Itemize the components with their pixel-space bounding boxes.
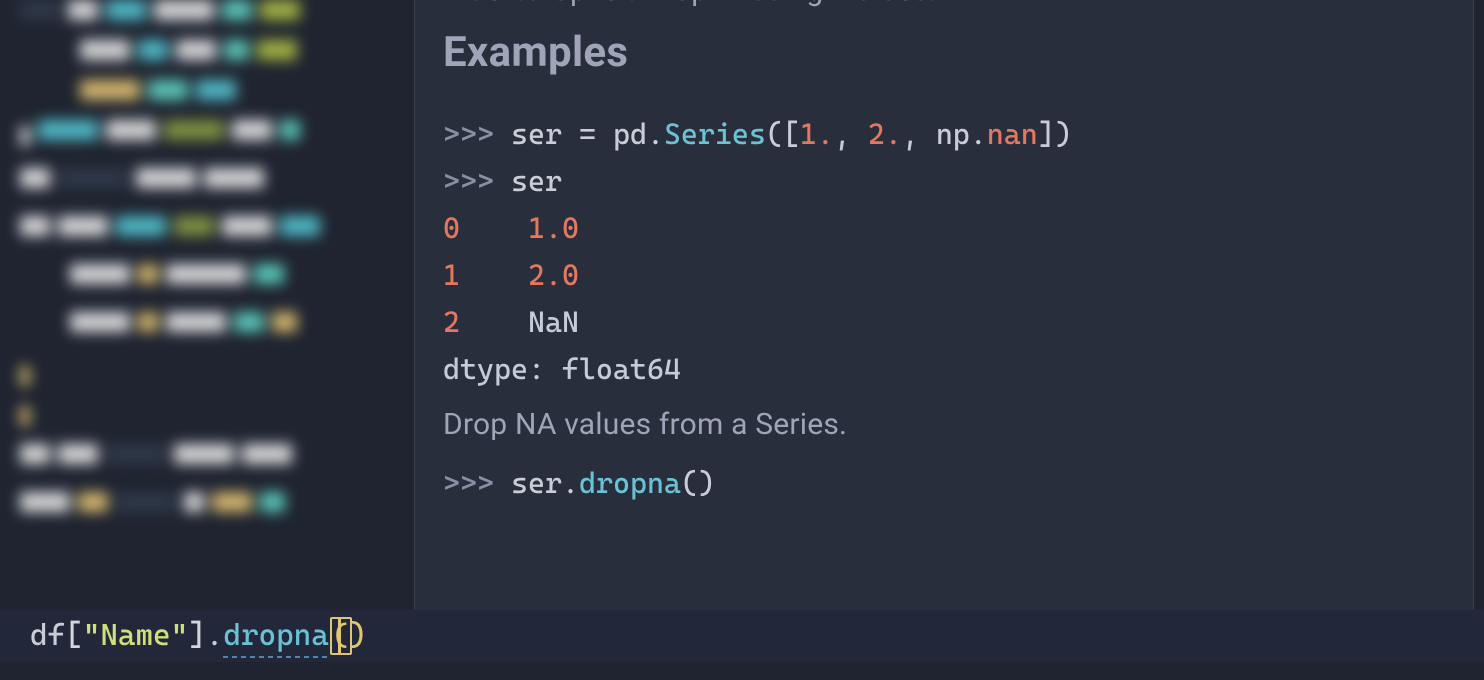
dot-operator: . (206, 610, 224, 662)
ide-viewport: Index.dropna : Drop missing indices. Exa… (0, 0, 1484, 680)
quote-close-icon: " (171, 610, 189, 662)
doc-code-block-2: >>> ser.dropna() (443, 460, 1445, 507)
minimap[interactable] (20, 0, 420, 540)
code-output-row: 2 NaN (443, 299, 1445, 346)
code-output-dtype: dtype: float64 (443, 346, 1445, 393)
code-line-dropna: >>> ser.dropna() (443, 460, 1445, 507)
code-line-assign: >>> ser = pd.Series([1., 2., np.nan]) (443, 111, 1445, 158)
doc-popup[interactable]: Index.dropna : Drop missing indices. Exa… (414, 0, 1474, 616)
doc-note: Drop NA values from a Series. (443, 407, 1445, 442)
code-method-call: dropna (223, 610, 328, 662)
code-output-row: 0 1.0 (443, 205, 1445, 252)
doc-heading-examples: Examples (443, 28, 1445, 77)
doc-see-also: Index.dropna : Drop missing indices. (443, 0, 1445, 8)
editor-current-line[interactable]: df["Name"].dropna() (0, 610, 1484, 662)
code-output-row: 1 2.0 (443, 252, 1445, 299)
bracket-close-icon: ] (188, 610, 206, 662)
paren-close-highlight: ) (349, 610, 367, 662)
code-string-literal: Name (100, 610, 170, 662)
quote-open-icon: " (83, 610, 101, 662)
code-identifier: df (30, 610, 65, 662)
caret-icon (338, 617, 341, 655)
code-line-eval: >>> ser (443, 158, 1445, 205)
doc-code-block: >>> ser = pd.Series([1., 2., np.nan]) >>… (443, 111, 1445, 393)
bracket-open-icon: [ (65, 610, 83, 662)
